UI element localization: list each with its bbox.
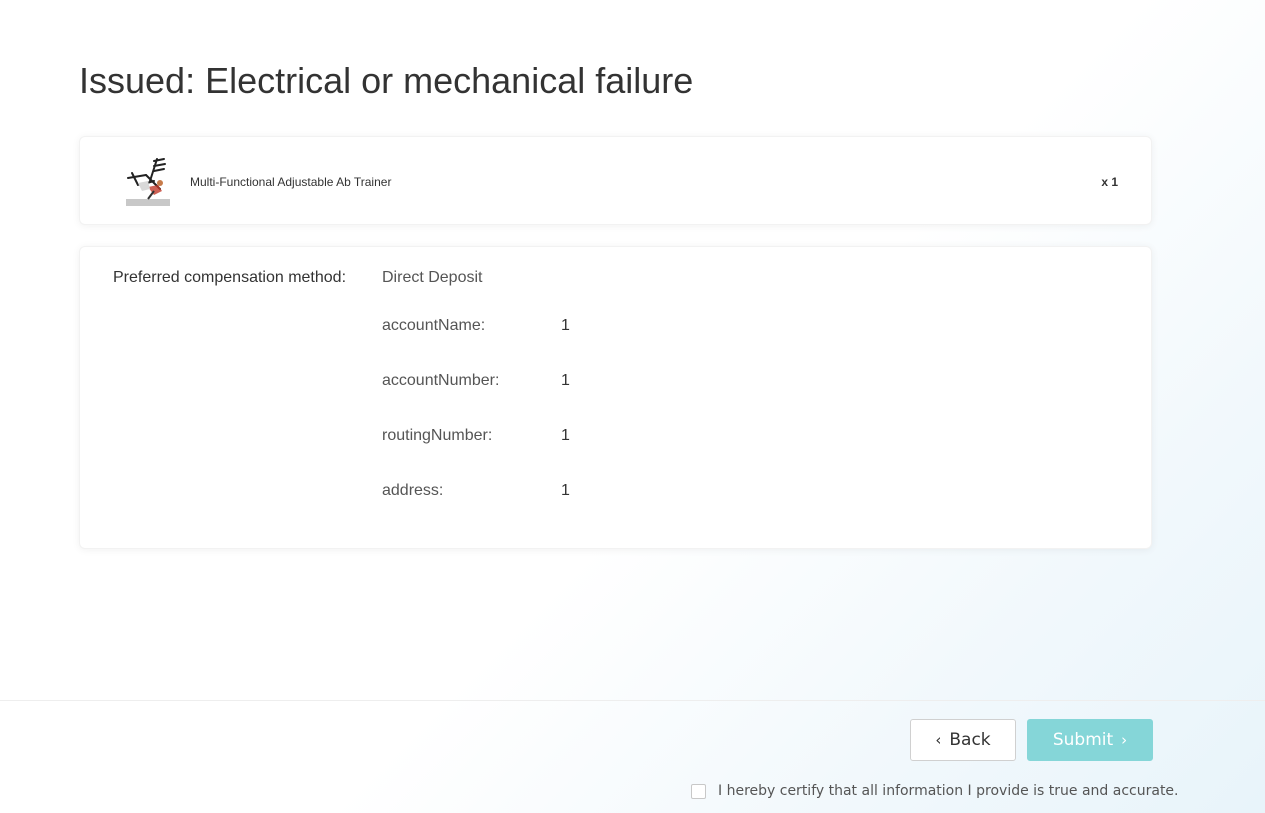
back-button-label: Back (949, 730, 991, 750)
field-value: 1 (561, 427, 570, 444)
compensation-method: Direct Deposit (382, 269, 483, 286)
submit-button-label: Submit (1052, 730, 1114, 750)
certify-checkbox[interactable] (691, 783, 706, 799)
field-key: accountNumber: (382, 372, 500, 389)
field-key: address: (382, 482, 444, 499)
page-title: Issued: Electrical or mechanical failure (79, 60, 694, 101)
product-quantity: x 1 (1101, 175, 1118, 189)
submit-button[interactable]: Submit › (1027, 719, 1153, 761)
product-image (124, 155, 174, 207)
compensation-label: Preferred compensation method: (113, 269, 347, 286)
chevron-left-icon: ‹ (935, 731, 942, 749)
compensation-card: Preferred compensation method: Direct De… (79, 246, 1152, 549)
field-value: 1 (561, 372, 570, 389)
back-button[interactable]: ‹ Back (910, 719, 1016, 761)
field-value: 1 (561, 482, 570, 499)
field-key: routingNumber: (382, 427, 493, 444)
field-key: accountName: (382, 317, 486, 334)
product-name: Multi-Functional Adjustable Ab Trainer (190, 175, 392, 189)
field-value: 1 (561, 317, 570, 334)
certify-label: I hereby certify that all information I … (718, 783, 1179, 799)
chevron-right-icon: › (1121, 731, 1128, 749)
footer-divider (0, 700, 1265, 701)
product-card: Multi-Functional Adjustable Ab Trainer x… (79, 136, 1152, 225)
certify-agreement[interactable]: I hereby certify that all information I … (691, 781, 1179, 801)
